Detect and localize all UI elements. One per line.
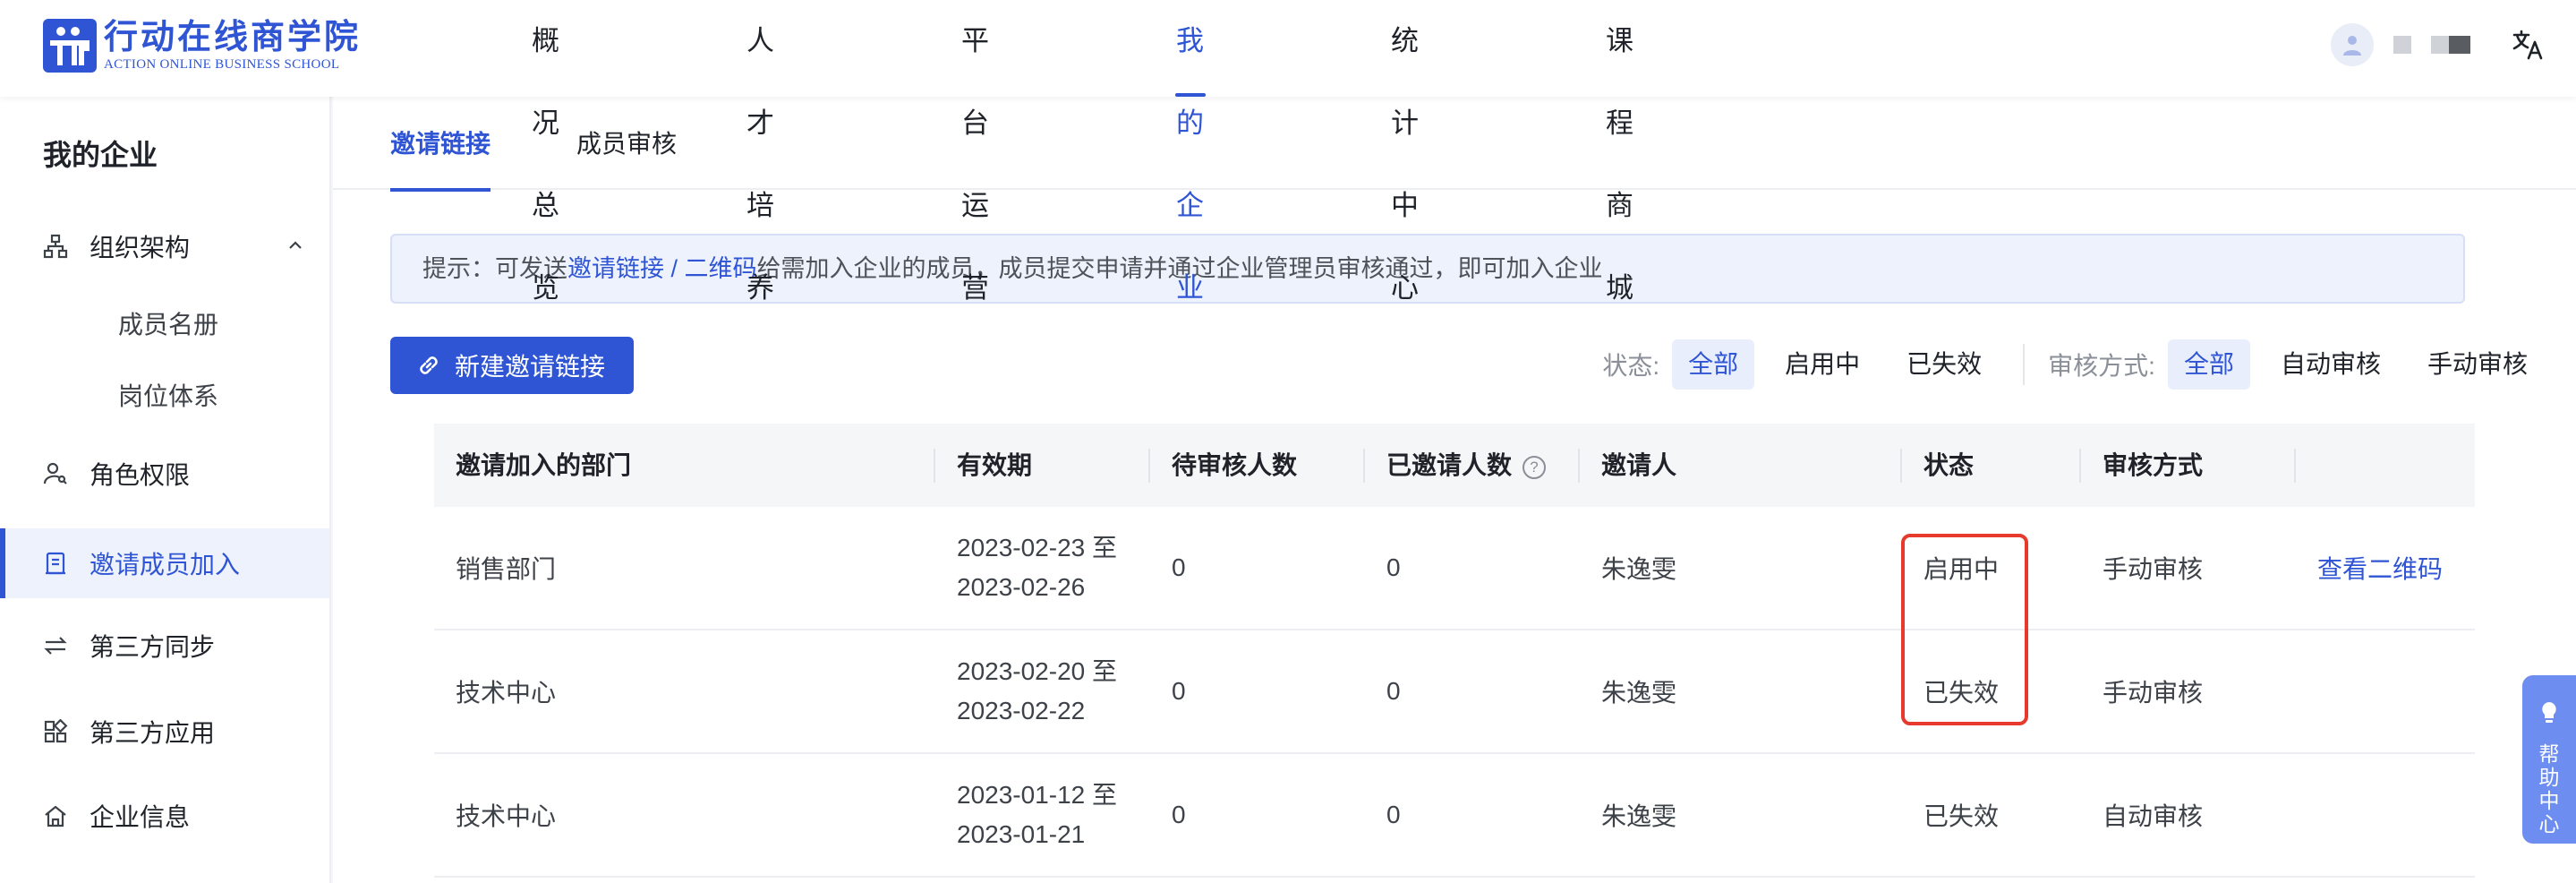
brand-name-en: ACTION ONLINE BUSINESS SCHOOL <box>104 57 340 72</box>
brand-logo[interactable]: 行动在线商学院 ACTION ONLINE BUSINESS SCHOOL <box>43 18 361 73</box>
sidebar-item-label: 第三方应用 <box>90 719 216 747</box>
cell-inviter: 朱逸雯 <box>1601 679 1677 707</box>
org-chart-icon <box>41 232 70 261</box>
cell-pending: 0 <box>1172 677 1186 705</box>
review-filter-auto[interactable]: 自动审核 <box>2265 339 2397 390</box>
nav-operation[interactable]: 平台运营 <box>961 0 989 304</box>
sidebar-item-label: 角色权限 <box>90 461 191 489</box>
help-center-label: 帮助中心 <box>2538 742 2560 836</box>
cell-validity: 2023-02-20 至 2023-02-22 <box>957 657 1118 724</box>
col-review: 审核方式 <box>2081 424 2296 507</box>
cell-pending: 0 <box>1172 801 1186 828</box>
tip-link-invite[interactable]: 邀请链接 <box>567 255 664 282</box>
cell-invited: 0 <box>1386 553 1401 581</box>
invite-doc-icon <box>41 549 70 578</box>
col-inviter: 邀请人 <box>1580 424 1902 507</box>
cell-dept: 技术中心 <box>456 802 557 830</box>
col-actions <box>2296 424 2475 507</box>
sidebar-item-enterprise-info[interactable]: 企业信息 <box>0 781 329 851</box>
table-row: 销售部门 2023-02-23 至 2023-02-26 0 0 朱逸雯 启用中 … <box>434 507 2475 630</box>
view-qrcode-link[interactable]: 查看二维码 <box>2296 507 2443 629</box>
sidebar-item-member-roster[interactable]: 成员名册 <box>0 288 329 358</box>
cell-validity: 2023-01-12 至 2023-01-21 <box>957 781 1118 848</box>
cell-dept: 技术中心 <box>456 679 557 707</box>
tab-bar: 邀请链接 成员审核 <box>333 97 2576 192</box>
sidebar-item-label: 成员名册 <box>118 311 219 339</box>
new-invite-link-button[interactable]: 新建邀请链接 <box>390 337 634 394</box>
cell-review: 手动审核 <box>2103 555 2204 583</box>
apps-grid-icon <box>41 717 70 746</box>
new-invite-link-label: 新建邀请链接 <box>455 353 606 381</box>
cell-inviter: 朱逸雯 <box>1601 802 1677 830</box>
sidebar-item-third-party-sync[interactable]: 第三方同步 <box>0 611 329 681</box>
status-filter-all[interactable]: 全部 <box>1672 339 1755 390</box>
cell-status: 启用中 <box>1923 555 2000 583</box>
cell-invited: 0 <box>1386 801 1401 828</box>
nav-overview[interactable]: 概况总览 <box>532 0 559 304</box>
col-dept: 邀请加入的部门 <box>434 424 935 507</box>
tip-slash: / <box>664 255 685 282</box>
cell-invited: 0 <box>1386 677 1401 705</box>
sidebar-item-role-permission[interactable]: 角色权限 <box>0 439 329 509</box>
brand-logo-icon <box>43 19 97 73</box>
filter-bar: 状态: 全部 启用中 已失效 审核方式: 全部 自动审核 手动审核 <box>1602 339 2544 390</box>
translate-icon[interactable] <box>2510 27 2546 63</box>
filter-divider <box>2023 344 2026 385</box>
sidebar-item-org[interactable]: 组织架构 <box>0 211 329 281</box>
sidebar-item-label: 企业信息 <box>90 803 191 831</box>
status-filter-expired[interactable]: 已失效 <box>1890 339 1998 390</box>
sidebar-item-label: 岗位体系 <box>118 382 219 410</box>
home-icon <box>41 802 70 830</box>
sidebar-item-label: 邀请成员加入 <box>90 551 241 579</box>
cell-inviter: 朱逸雯 <box>1601 555 1677 583</box>
sidebar: 我的企业 组织架构 成员名册 岗位体系 角色权限 邀请成员加入 第三方同步 第三… <box>0 97 331 883</box>
cell-pending: 0 <box>1172 553 1186 581</box>
table-row: 技术中心 2023-01-12 至 2023-01-21 0 0 朱逸雯 已失效 … <box>434 754 2475 878</box>
nav-statistics[interactable]: 统计中心 <box>1391 0 1419 304</box>
review-filter-label: 审核方式: <box>2048 352 2155 380</box>
brand-name-cn: 行动在线商学院 <box>104 19 362 56</box>
header-actions <box>2331 20 2546 70</box>
review-filter-all[interactable]: 全部 <box>2167 339 2250 390</box>
top-header: 行动在线商学院 ACTION ONLINE BUSINESS SCHOOL 概况… <box>0 0 2576 304</box>
col-pending: 待审核人数 <box>1150 424 1365 507</box>
user-name-redacted[interactable] <box>2393 36 2411 54</box>
cell-validity: 2023-02-23 至 2023-02-26 <box>957 534 1118 601</box>
tip-banner: 提示：可发送邀请链接 / 二维码给需加入企业的成员，成员提交申请并通过企业管理员… <box>390 234 2465 304</box>
main-panel: 邀请链接 成员审核 提示：可发送邀请链接 / 二维码给需加入企业的成员，成员提交… <box>333 97 2576 883</box>
col-invited: 已邀请人数? <box>1365 424 1580 507</box>
nav-course-mall[interactable]: 课程商城 <box>1606 0 1633 304</box>
table-header: 邀请加入的部门 有效期 待审核人数 已邀请人数? 邀请人 状态 审核方式 <box>434 424 2475 507</box>
user-org-redacted[interactable] <box>2431 36 2470 54</box>
tab-member-review[interactable]: 成员审核 <box>576 97 677 190</box>
review-filter-manual[interactable]: 手动审核 <box>2411 339 2544 390</box>
tab-invite-links[interactable]: 邀请链接 <box>390 97 491 192</box>
cell-status: 已失效 <box>1923 802 2000 830</box>
user-key-icon <box>41 459 70 488</box>
cell-dept: 销售部门 <box>456 555 557 583</box>
help-center-button[interactable]: 帮助中心 <box>2522 675 2576 844</box>
nav-my-enterprise[interactable]: 我的企业 <box>1174 0 1206 304</box>
help-question-icon[interactable]: ? <box>1523 456 1547 479</box>
sidebar-item-position-system[interactable]: 岗位体系 <box>0 360 329 430</box>
lightbulb-icon <box>2538 699 2561 730</box>
sidebar-item-invite-members[interactable]: 邀请成员加入 <box>0 528 329 598</box>
table-row: 技术中心 2023-02-20 至 2023-02-22 0 0 朱逸雯 已失效 … <box>434 630 2475 754</box>
nav-talent[interactable]: 人才培养 <box>746 0 774 304</box>
chevron-up-icon[interactable] <box>286 232 304 261</box>
sidebar-item-label: 第三方同步 <box>90 633 216 661</box>
col-validity: 有效期 <box>935 424 1150 507</box>
cell-review: 自动审核 <box>2103 802 2204 830</box>
cell-status: 已失效 <box>1923 679 2000 707</box>
link-icon <box>415 352 442 379</box>
sidebar-title: 我的企业 <box>43 139 158 171</box>
user-avatar-icon[interactable] <box>2331 23 2374 66</box>
status-filter-label: 状态: <box>1602 352 1660 380</box>
status-filter-active[interactable]: 启用中 <box>1769 339 1876 390</box>
sidebar-item-label: 组织架构 <box>90 234 191 261</box>
sidebar-item-third-party-apps[interactable]: 第三方应用 <box>0 697 329 767</box>
col-status: 状态 <box>1902 424 2081 507</box>
cell-review: 手动审核 <box>2103 679 2204 707</box>
sync-arrows-icon <box>41 631 70 660</box>
